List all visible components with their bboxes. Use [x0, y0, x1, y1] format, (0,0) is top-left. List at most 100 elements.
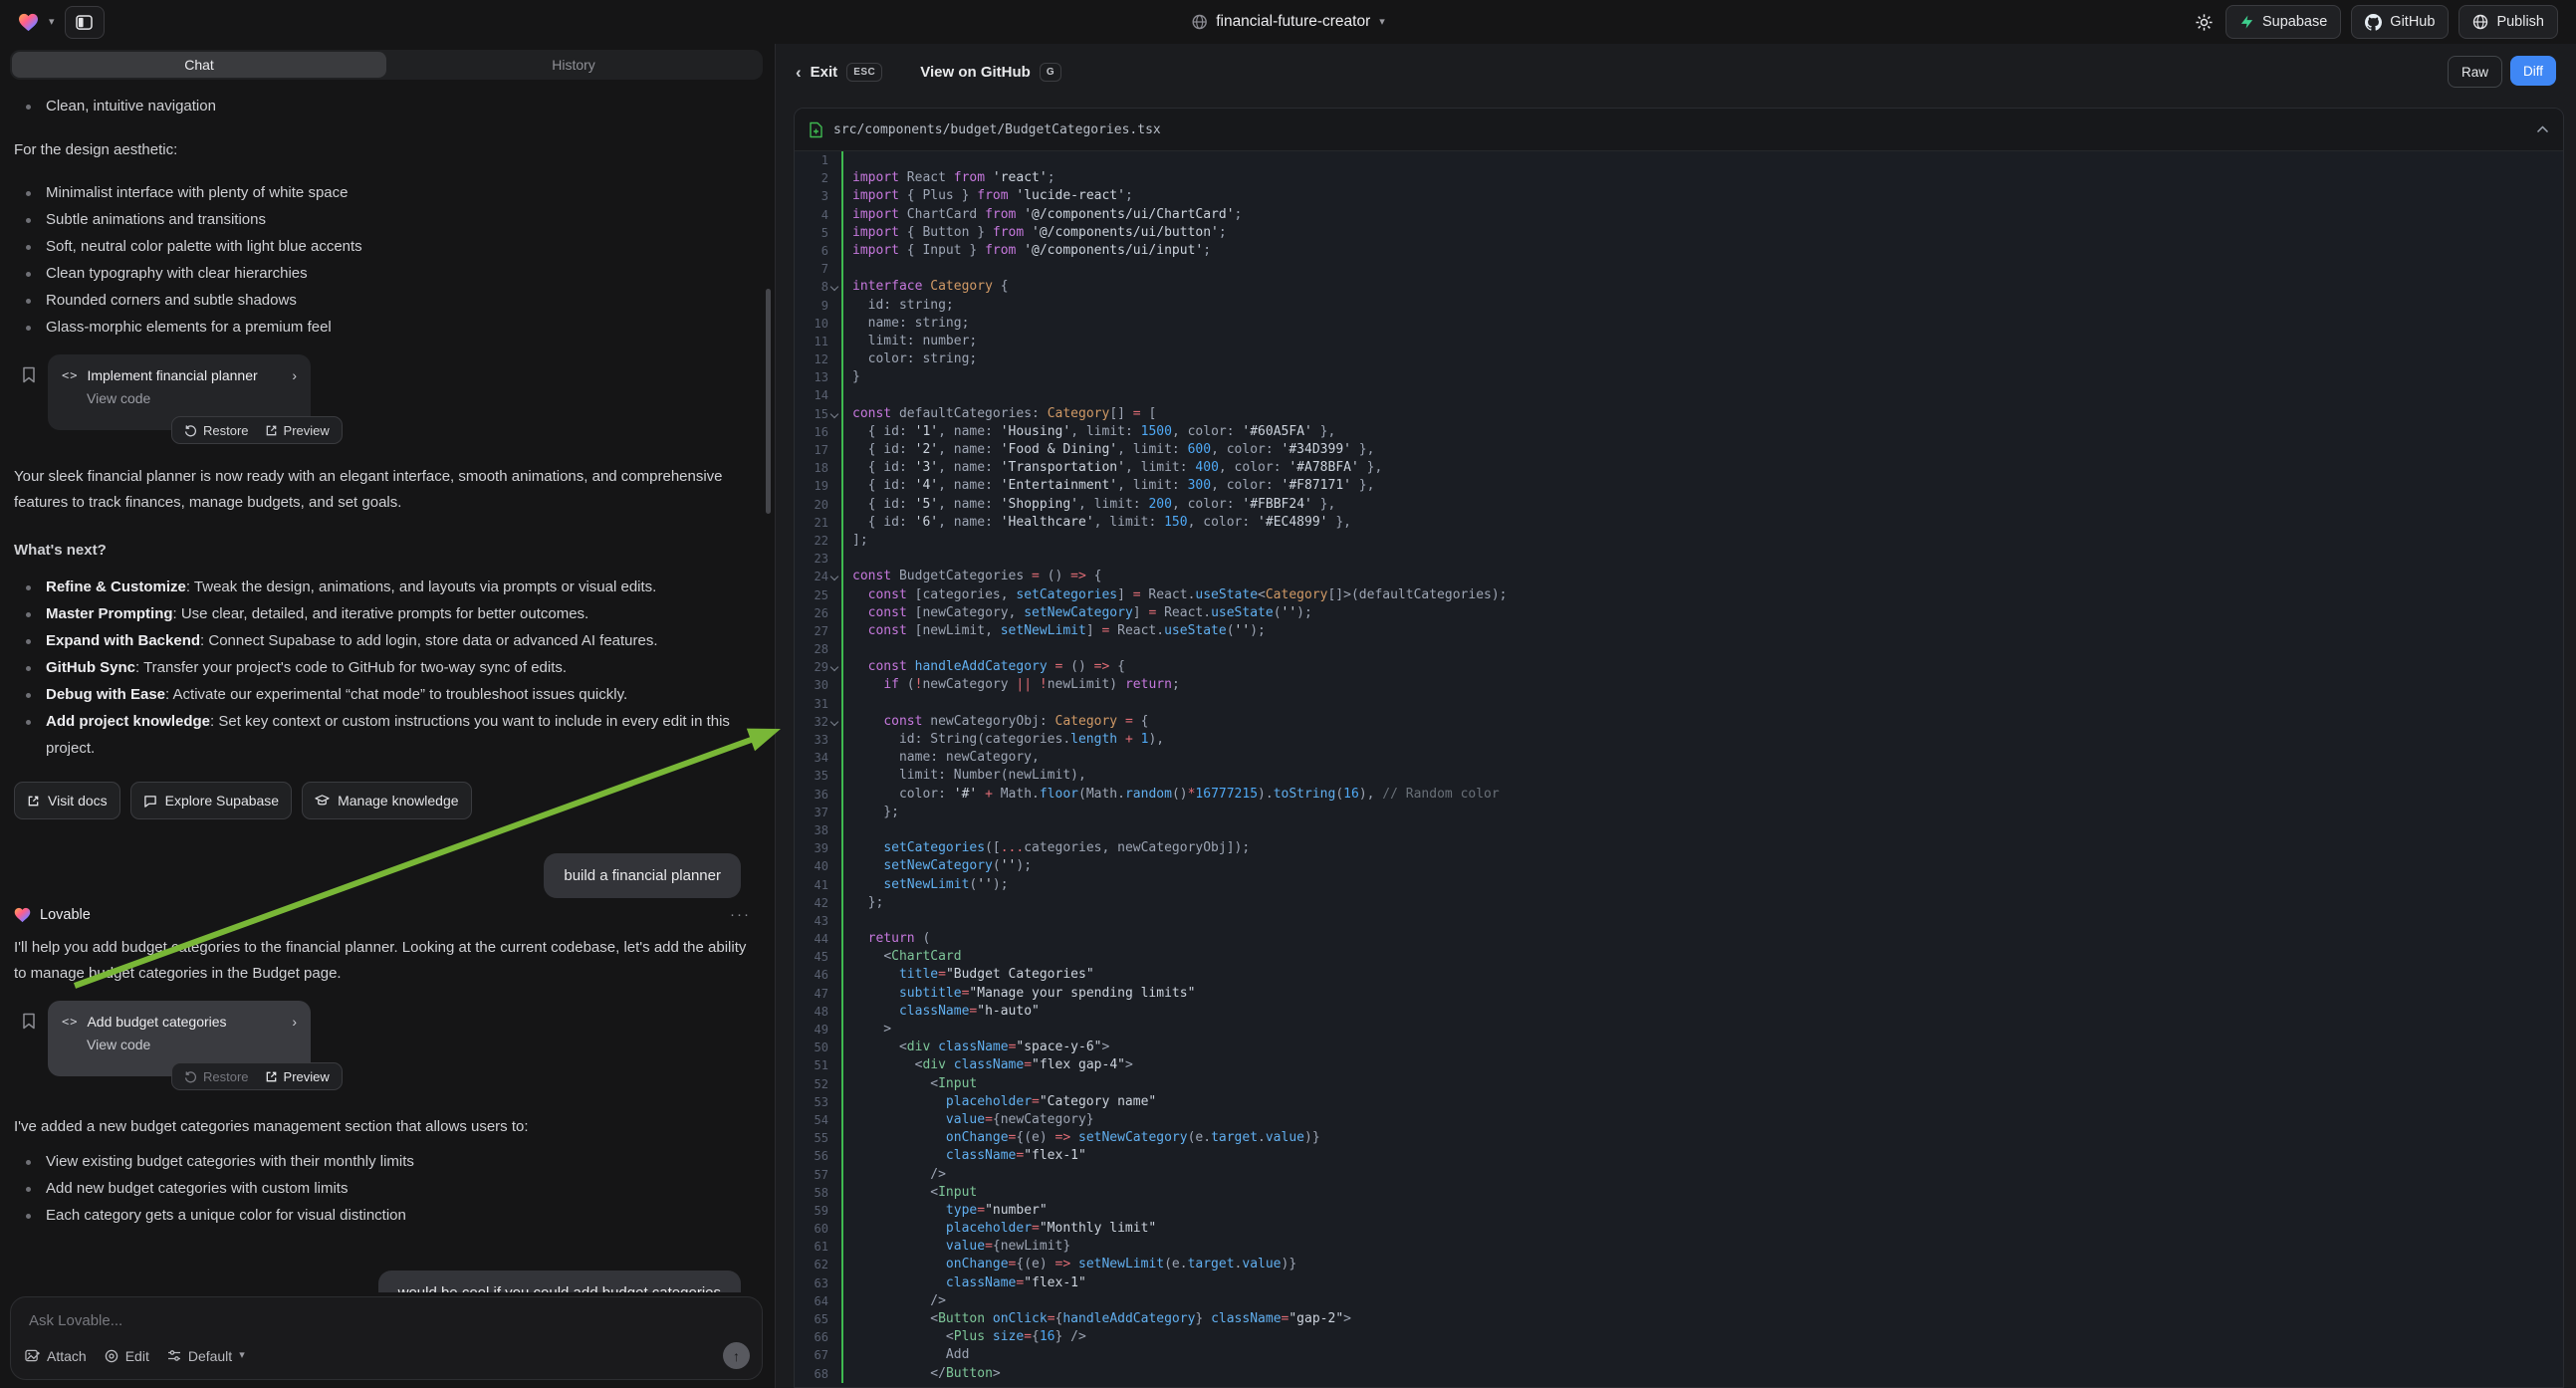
code-line: 16 { id: '1', name: 'Housing', limit: 15…	[795, 423, 2563, 441]
code-line: 61 value={newLimit}	[795, 1238, 2563, 1256]
preview-button[interactable]: Preview	[265, 423, 330, 438]
edit-button[interactable]: Edit	[105, 1348, 149, 1364]
code-lines[interactable]: 1 2import React from 'react';3import { P…	[795, 151, 2563, 1383]
sliders-icon	[167, 1349, 181, 1362]
code-line: 3import { Plus } from 'lucide-react';	[795, 187, 2563, 205]
list-item: Add project knowledge: Set key context o…	[14, 708, 757, 762]
tab-history[interactable]: History	[386, 52, 761, 78]
code-line: 33 id: String(categories.length + 1),	[795, 731, 2563, 749]
list-item: Master Prompting: Use clear, detailed, a…	[14, 600, 757, 627]
raw-toggle-button[interactable]: Raw	[2448, 56, 2502, 88]
globe-icon	[1191, 14, 1207, 30]
code-line: 29 const handleAddCategory = () => {	[795, 658, 2563, 676]
restore-icon	[184, 424, 197, 437]
list-item: Expand with Backend: Connect Supabase to…	[14, 627, 757, 654]
code-line: 68 </Button>	[795, 1365, 2563, 1383]
code-line: 47 subtitle="Manage your spending limits…	[795, 985, 2563, 1003]
code-line: 2import React from 'react';	[795, 169, 2563, 187]
code-line: 49 >	[795, 1021, 2563, 1039]
collapse-chevron-icon[interactable]	[2536, 125, 2549, 133]
sidebar-toggle-button[interactable]	[65, 6, 105, 39]
topbar: ▾ financial-future-creator ▾	[0, 0, 2576, 44]
project-switcher[interactable]: financial-future-creator ▾	[1191, 0, 1385, 44]
explore-supabase-button[interactable]: Explore Supabase	[130, 782, 292, 819]
code-line: 22];	[795, 532, 2563, 550]
code-line: 1	[795, 151, 2563, 169]
code-line: 14	[795, 386, 2563, 404]
code-line: 8interface Category {	[795, 278, 2563, 296]
view-code-link[interactable]: View code	[87, 1037, 297, 1052]
code-line: 36 color: '#' + Math.floor(Math.random()…	[795, 786, 2563, 804]
code-line: 31	[795, 695, 2563, 713]
code-line: 12 color: string;	[795, 350, 2563, 368]
version-title: Implement financial planner	[87, 367, 283, 383]
send-button[interactable]: ↑	[723, 1342, 750, 1369]
bookmark-icon[interactable]	[22, 366, 36, 383]
chevron-down-icon[interactable]: ▾	[49, 17, 55, 28]
composer: Attach Edit Default ▾ ↑	[10, 1296, 763, 1380]
added-heading: I've added a new budget categories manag…	[14, 1114, 757, 1140]
assistant-name: Lovable	[40, 907, 91, 923]
lovable-heart-icon[interactable]	[18, 13, 39, 32]
code-line: 6import { Input } from '@/components/ui/…	[795, 242, 2563, 260]
code-line: 7	[795, 260, 2563, 278]
code-line: 13}	[795, 368, 2563, 386]
assistant-summary: Your sleek financial planner is now read…	[14, 464, 755, 516]
chat-scroll[interactable]: Clean, intuitive navigation For the desi…	[0, 84, 775, 1292]
preview-icon	[265, 424, 278, 437]
list-item: Refine & Customize: Tweak the design, an…	[14, 574, 757, 600]
code-line: 20 { id: '5', name: 'Shopping', limit: 2…	[795, 496, 2563, 514]
code-line: 46 title="Budget Categories"	[795, 966, 2563, 984]
g-key-hint: G	[1040, 63, 1061, 82]
diff-toggle-button[interactable]: Diff	[2510, 56, 2556, 86]
code-line: 25 const [categories, setCategories] = R…	[795, 586, 2563, 604]
code-line: 5import { Button } from '@/components/ui…	[795, 224, 2563, 242]
supabase-button[interactable]: Supabase	[2225, 5, 2341, 39]
lovable-avatar-icon	[14, 907, 31, 923]
code-line: 15const defaultCategories: Category[] = …	[795, 405, 2563, 423]
chevron-down-icon: ▾	[1379, 17, 1385, 28]
settings-button[interactable]	[2195, 13, 2214, 32]
visit-docs-button[interactable]: Visit docs	[14, 782, 120, 819]
mode-selector[interactable]: Default ▾	[167, 1348, 245, 1364]
code-line: 66 <Plus size={16} />	[795, 1328, 2563, 1346]
chevron-right-icon[interactable]: ›	[292, 367, 297, 383]
github-button[interactable]: GitHub	[2351, 5, 2449, 39]
chat-scrollbar[interactable]	[766, 289, 771, 514]
version-card-1: <> Implement financial planner › View co…	[14, 354, 757, 442]
code-line: 57 />	[795, 1166, 2563, 1184]
code-line: 38	[795, 821, 2563, 839]
app-root: ▾ financial-future-creator ▾	[0, 0, 2576, 1388]
view-on-github-button[interactable]: View on GitHub G	[920, 63, 1061, 82]
file-path: src/components/budget/BudgetCategories.t…	[833, 122, 2526, 137]
exit-button[interactable]: ‹ Exit ESC	[796, 63, 882, 82]
tab-chat[interactable]: Chat	[12, 52, 386, 78]
view-code-link[interactable]: View code	[87, 390, 297, 406]
user-message: would be cool if you could add budget ca…	[378, 1271, 741, 1292]
bookmark-icon[interactable]	[22, 1013, 36, 1030]
publish-button[interactable]: Publish	[2459, 5, 2558, 39]
chevron-right-icon[interactable]: ›	[292, 1014, 297, 1030]
code-line: 53 placeholder="Category name"	[795, 1093, 2563, 1111]
attach-button[interactable]: Attach	[25, 1348, 87, 1364]
preview-icon	[265, 1070, 278, 1083]
code-line: 64 />	[795, 1292, 2563, 1310]
code-line: 40 setNewCategory('');	[795, 857, 2563, 875]
chat-bubble-icon	[143, 795, 157, 808]
esc-key-hint: ESC	[846, 63, 882, 82]
edit-target-icon	[105, 1349, 118, 1363]
sidebar-toggle-icon	[76, 15, 93, 30]
code-line: 62 onChange={(e) => setNewLimit(e.target…	[795, 1256, 2563, 1273]
restore-button[interactable]: Restore	[184, 1069, 249, 1084]
list-item: Glass-morphic elements for a premium fee…	[14, 314, 757, 341]
graduation-cap-icon	[315, 794, 330, 808]
manage-knowledge-button[interactable]: Manage knowledge	[302, 782, 471, 819]
code-line: 55 onChange={(e) => setNewCategory(e.tar…	[795, 1129, 2563, 1147]
chat-input[interactable]	[27, 1311, 678, 1330]
ellipsis-icon[interactable]: ···	[730, 906, 751, 923]
file-header[interactable]: src/components/budget/BudgetCategories.t…	[795, 109, 2563, 151]
code-line: 67 Add	[795, 1346, 2563, 1364]
restore-button[interactable]: Restore	[184, 423, 249, 438]
version-card-2: <> Add budget categories › View code Res…	[14, 1001, 757, 1088]
preview-button[interactable]: Preview	[265, 1069, 330, 1084]
